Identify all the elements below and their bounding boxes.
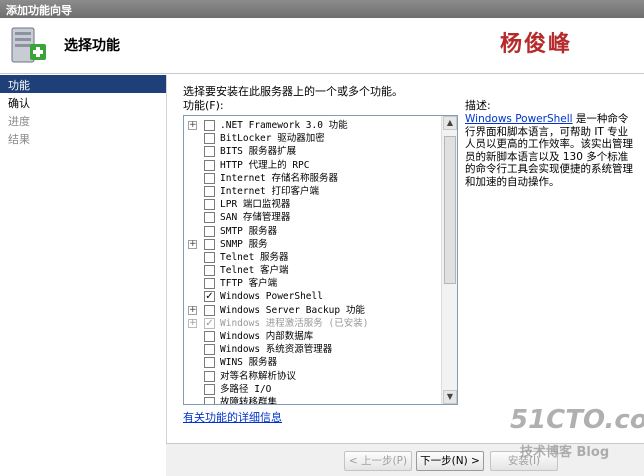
feature-row[interactable]: Telnet 客户端 <box>184 264 443 277</box>
feature-checkbox[interactable] <box>204 251 215 263</box>
feature-checkbox[interactable] <box>204 159 215 171</box>
previous-button[interactable]: < 上一步(P) <box>344 451 412 471</box>
nav-item: 结果 <box>8 133 30 146</box>
feature-row[interactable]: 多路径 I/O <box>184 383 443 396</box>
feature-row[interactable]: TFTP 客户端 <box>184 277 443 290</box>
feature-row[interactable]: Telnet 服务器 <box>184 251 443 264</box>
feature-checkbox[interactable] <box>204 370 215 382</box>
feature-checkbox[interactable] <box>204 383 215 395</box>
feature-label: 多路径 I/O <box>220 383 272 395</box>
nav-item[interactable]: 功能 <box>0 75 166 93</box>
site-watermark: 51CTO.com 技术博客 Blog <box>510 405 644 460</box>
feature-checkbox[interactable] <box>204 357 215 369</box>
feature-label: Windows Server Backup 功能 <box>220 304 365 316</box>
expand-plus-icon[interactable]: + <box>188 318 197 328</box>
add-feature-icon <box>11 27 46 63</box>
more-info-link[interactable]: 有关功能的详细信息 <box>183 409 282 425</box>
features-scrollbar[interactable]: ▲ ▼ <box>441 116 457 404</box>
feature-row[interactable]: SAN 存储管理器 <box>184 211 443 224</box>
feature-checkbox[interactable] <box>204 238 215 250</box>
feature-row[interactable]: LPR 端口监视器 <box>184 198 443 211</box>
feature-label: Windows 进程激活服务 (已安装) <box>220 317 369 329</box>
description-link[interactable]: Windows PowerShell <box>465 113 573 125</box>
next-button[interactable]: 下一步(N) > <box>416 451 484 471</box>
feature-label: Windows 内部数据库 <box>220 331 314 342</box>
nav-item[interactable]: 确认 <box>0 93 166 111</box>
feature-row[interactable]: 故障转移群集 <box>184 396 443 404</box>
feature-checkbox[interactable] <box>204 172 215 184</box>
features-listbox[interactable]: + .NET Framework 3.0 功能 BitLocker 驱动器加密 BIT… <box>183 115 458 405</box>
expand-plus-icon[interactable]: + <box>188 239 197 249</box>
feature-label: HTTP 代理上的 RPC <box>220 159 310 171</box>
feature-checkbox[interactable] <box>204 396 215 404</box>
feature-checkbox[interactable] <box>204 265 215 277</box>
feature-row[interactable]: Internet 打印客户端 <box>184 185 443 198</box>
features-list: + .NET Framework 3.0 功能 BitLocker 驱动器加密 BIT… <box>184 116 443 404</box>
feature-label: 对等名称解析协议 <box>220 370 297 382</box>
feature-checkbox[interactable] <box>204 225 215 237</box>
feature-label: Windows 系统资源管理器 <box>220 344 333 356</box>
wizard-nav: 功能 确认进度结果 <box>0 75 166 476</box>
feature-checkbox[interactable] <box>204 146 215 158</box>
feature-row[interactable]: 对等名称解析协议 <box>184 370 443 383</box>
feature-label: Windows PowerShell <box>220 291 323 303</box>
feature-row[interactable]: Internet 存储名称服务器 <box>184 172 443 185</box>
feature-label: Internet 存储名称服务器 <box>220 172 338 184</box>
expand-plus-icon[interactable]: + <box>188 121 197 130</box>
feature-label: WINS 服务器 <box>220 357 278 369</box>
feature-label: SAN 存储管理器 <box>220 212 291 224</box>
page-title: 选择功能 <box>64 38 120 54</box>
feature-checkbox[interactable]: ✓ <box>204 291 215 303</box>
nav-item: 进度 <box>8 115 30 128</box>
feature-checkbox[interactable] <box>204 331 215 342</box>
feature-checkbox[interactable] <box>204 278 215 290</box>
features-label: 功能(F): <box>183 99 224 112</box>
feature-row[interactable]: + .NET Framework 3.0 功能 <box>184 119 443 132</box>
feature-row[interactable]: + Windows Server Backup 功能 <box>184 304 443 317</box>
site-watermark-logo: 51CTO.com <box>510 405 644 435</box>
feature-label: BitLocker 驱动器加密 <box>220 133 325 145</box>
author-watermark: 杨俊峰 <box>500 31 573 57</box>
description-label: 描述: <box>465 99 491 112</box>
feature-checkbox[interactable] <box>204 212 215 224</box>
window-title: 添加功能向导 <box>6 4 72 17</box>
feature-row[interactable]: HTTP 代理上的 RPC <box>184 159 443 172</box>
description-text: Windows PowerShell 是一种命令行界面和脚本语言，可帮助 IT … <box>465 113 637 188</box>
feature-checkbox: ✓ <box>204 317 215 329</box>
feature-checkbox[interactable] <box>204 304 215 316</box>
feature-row[interactable]: WINS 服务器 <box>184 356 443 369</box>
scroll-down-icon[interactable]: ▼ <box>443 390 457 404</box>
feature-checkbox[interactable] <box>204 120 215 131</box>
site-watermark-blog: 技术博客 Blog <box>520 445 610 460</box>
feature-label: LPR 端口监视器 <box>220 199 291 211</box>
feature-row: + ✓ Windows 进程激活服务 (已安装) <box>184 317 443 330</box>
expand-plus-icon[interactable]: + <box>188 305 197 315</box>
feature-label: 故障转移群集 <box>220 396 278 404</box>
feature-checkbox[interactable] <box>204 344 215 356</box>
feature-row[interactable]: SMTP 服务器 <box>184 225 443 238</box>
feature-row[interactable]: BITS 服务器扩展 <box>184 145 443 158</box>
window-titlebar: 添加功能向导 <box>0 0 644 18</box>
wizard-header: 选择功能 杨俊峰 <box>0 18 644 74</box>
feature-row[interactable]: + SNMP 服务 <box>184 238 443 251</box>
feature-label: .NET Framework 3.0 功能 <box>220 120 348 131</box>
feature-row[interactable]: Windows 系统资源管理器 <box>184 343 443 356</box>
feature-checkbox[interactable] <box>204 133 215 145</box>
feature-label: BITS 服务器扩展 <box>220 146 297 158</box>
feature-row[interactable]: Windows 内部数据库 <box>184 330 443 343</box>
feature-label: SNMP 服务 <box>220 238 268 250</box>
feature-checkbox[interactable] <box>204 199 215 211</box>
feature-row[interactable]: BitLocker 驱动器加密 <box>184 132 443 145</box>
main-panel: 选择要安装在此服务器上的一个或多个功能。 功能(F): 描述: + .NET Fr… <box>166 75 644 443</box>
scroll-up-icon[interactable]: ▲ <box>443 116 457 130</box>
feature-label: Internet 打印客户端 <box>220 185 319 197</box>
feature-label: TFTP 客户端 <box>220 278 278 290</box>
feature-row[interactable]: ✓ Windows PowerShell <box>184 290 443 303</box>
feature-label: Telnet 客户端 <box>220 265 289 277</box>
feature-label: SMTP 服务器 <box>220 225 278 237</box>
feature-checkbox[interactable] <box>204 185 215 197</box>
feature-label: Telnet 服务器 <box>220 251 289 263</box>
scroll-thumb[interactable] <box>444 136 456 284</box>
